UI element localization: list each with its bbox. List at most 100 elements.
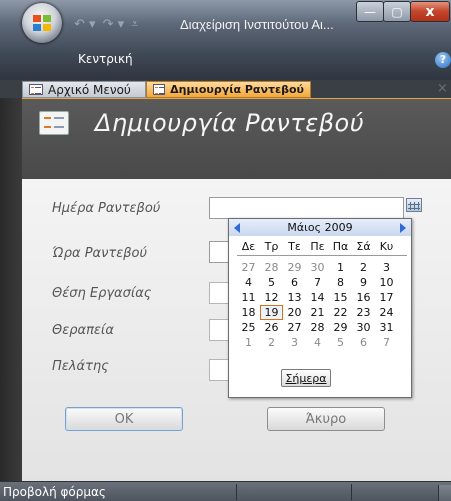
calendar-day[interactable]: 9 [352,275,375,290]
calendar-day[interactable]: 29 [283,260,306,275]
weekday-label: Σά [356,240,371,253]
calendar-day[interactable]: 7 [306,275,329,290]
close-tab-icon[interactable]: × [437,81,448,96]
calendar-day[interactable]: 27 [283,320,306,335]
calendar-day[interactable]: 16 [352,290,375,305]
label-treatment: Θεραπεία [52,323,114,338]
calendar-week-row: 4 5 6 7 8 9 10 [237,275,407,290]
calendar-day[interactable]: 5 [260,275,283,290]
calendar-day[interactable]: 26 [260,320,283,335]
calendar-day[interactable]: 30 [306,260,329,275]
tab-create-appointment[interactable]: Δημιουργία Ραντεβού [146,81,311,98]
ok-button[interactable]: ΟΚ [65,407,183,431]
calendar-day[interactable]: 20 [283,305,306,320]
window-title: Διαχείριση Ινστιτούτου Αι... [180,17,334,32]
weekday-label: Κυ [379,240,394,253]
tab-label: Δημιουργία Ραντεβού [170,83,304,96]
calendar-grid: Δε Τρ Τε Πε Πα Σά Κυ 27 28 29 30 1 2 3 4 5 6 7 8 9 10 11 12 13 1… [237,239,407,350]
app-window: ↶ ▾ ↷ ▾ ⩡ Διαχείριση Ινστιτούτου Αι... —… [0,0,451,501]
calendar-week-row: 27 28 29 30 1 2 3 [237,260,407,275]
ribbon-tab-home[interactable]: Κεντρική [78,52,133,66]
calendar-day[interactable]: 13 [283,290,306,305]
calendar-day[interactable]: 17 [375,290,398,305]
status-bar: Προβολή φόρμας [0,481,451,501]
cancel-button[interactable]: Άκυρο [267,407,385,431]
calendar-day[interactable]: 8 [329,275,352,290]
date-picker-popup: Μάιος 2009 Δε Τρ Τε Πε Πα Σά Κυ 27 28 29 30 1 2 3 4 5 6 7… [228,218,412,398]
calendar-week-row: 18 19 20 21 22 23 24 [237,305,407,320]
calendar-week-row: 11 12 13 14 15 16 17 [237,290,407,305]
calendar-week-row: 25 26 27 28 29 30 31 [237,320,407,335]
calendar-day[interactable]: 2 [352,260,375,275]
customize-qat-icon[interactable]: ⩡ [131,17,138,32]
title-bar: ↶ ▾ ↷ ▾ ⩡ Διαχείριση Ινστιτούτου Αι... —… [0,0,451,80]
weekday-label: Τε [288,240,301,253]
form-icon [39,111,69,135]
calendar-day[interactable]: 28 [306,320,329,335]
resize-grip-icon[interactable] [438,485,451,501]
calendar-day[interactable]: 10 [375,275,398,290]
redo-icon[interactable]: ↷ ▾ [103,17,125,32]
form-icon [153,84,166,95]
calendar-day[interactable]: 6 [352,335,375,350]
calendar-day[interactable]: 22 [329,305,352,320]
label-appointment-time: Ώρα Ραντεβού [52,246,148,261]
calendar-day[interactable]: 2 [260,335,283,350]
tab-main-menu[interactable]: Αρχικό Μενού [22,81,146,98]
calendar-day[interactable]: 21 [306,305,329,320]
weekday-header-row: Δε Τρ Τε Πε Πα Σά Κυ [237,239,407,256]
status-separator [236,484,237,500]
calendar-day[interactable]: 15 [329,290,352,305]
label-workstation: Θέση Εργασίας [52,286,152,301]
status-text: Προβολή φόρμας [3,485,106,499]
navigation-pane-collapsed[interactable] [0,98,22,481]
form-icon [29,84,43,95]
calendar-day[interactable]: 4 [306,335,329,350]
calendar-day[interactable]: 6 [283,275,306,290]
calendar-day-today[interactable]: 19 [260,305,283,320]
calendar-day[interactable]: 24 [375,305,398,320]
calendar-day[interactable]: 1 [237,335,260,350]
calendar-day[interactable]: 7 [375,335,398,350]
calendar-day[interactable]: 3 [283,335,306,350]
minimize-button[interactable]: — [356,1,384,22]
calendar-day[interactable]: 12 [260,290,283,305]
calendar-day[interactable]: 4 [237,275,260,290]
calendar-day[interactable]: 27 [237,260,260,275]
calendar-day[interactable]: 29 [329,320,352,335]
calendar-day[interactable]: 23 [352,305,375,320]
calendar-day[interactable]: 3 [375,260,398,275]
label-appointment-date: Ημέρα Ραντεβού [52,201,161,216]
calendar-picker-icon[interactable] [406,198,422,212]
calendar-day[interactable]: 28 [260,260,283,275]
help-icon[interactable]: ? [435,52,451,68]
calendar-day[interactable]: 18 [237,305,260,320]
weekday-label: Πε [310,240,325,253]
form-title: Δημιουργία Ραντεβού [95,109,365,137]
close-button[interactable]: x [410,1,450,22]
today-button-label: Σήμερα [285,371,327,385]
maximize-button[interactable]: ▢ [383,1,411,22]
calendar-week-row: 1234567 [237,335,407,350]
weekday-label: Δε [241,240,256,253]
calendar-day[interactable]: 1 [329,260,352,275]
office-button[interactable] [22,3,62,43]
undo-icon[interactable]: ↶ ▾ [74,17,96,32]
next-month-icon[interactable] [400,223,406,233]
calendar-day[interactable]: 31 [375,320,398,335]
document-tabs: Αρχικό Μενού Δημιουργία Ραντεβού [0,80,451,99]
appointment-date-input[interactable] [209,197,404,219]
today-button[interactable]: Σήμερα [281,369,331,387]
quick-access-toolbar: ↶ ▾ ↷ ▾ ⩡ [74,14,138,34]
weekday-label: Τρ [264,240,279,253]
calendar-day[interactable]: 25 [237,320,260,335]
calendar-day[interactable]: 5 [329,335,352,350]
month-label: Μάιος 2009 [287,221,353,234]
office-logo-icon [33,15,51,31]
label-client: Πελάτης [52,359,109,374]
calendar-day[interactable]: 30 [352,320,375,335]
status-separator [351,484,352,500]
calendar-day[interactable]: 14 [306,290,329,305]
tab-label: Αρχικό Μενού [48,82,131,97]
calendar-day[interactable]: 11 [237,290,260,305]
